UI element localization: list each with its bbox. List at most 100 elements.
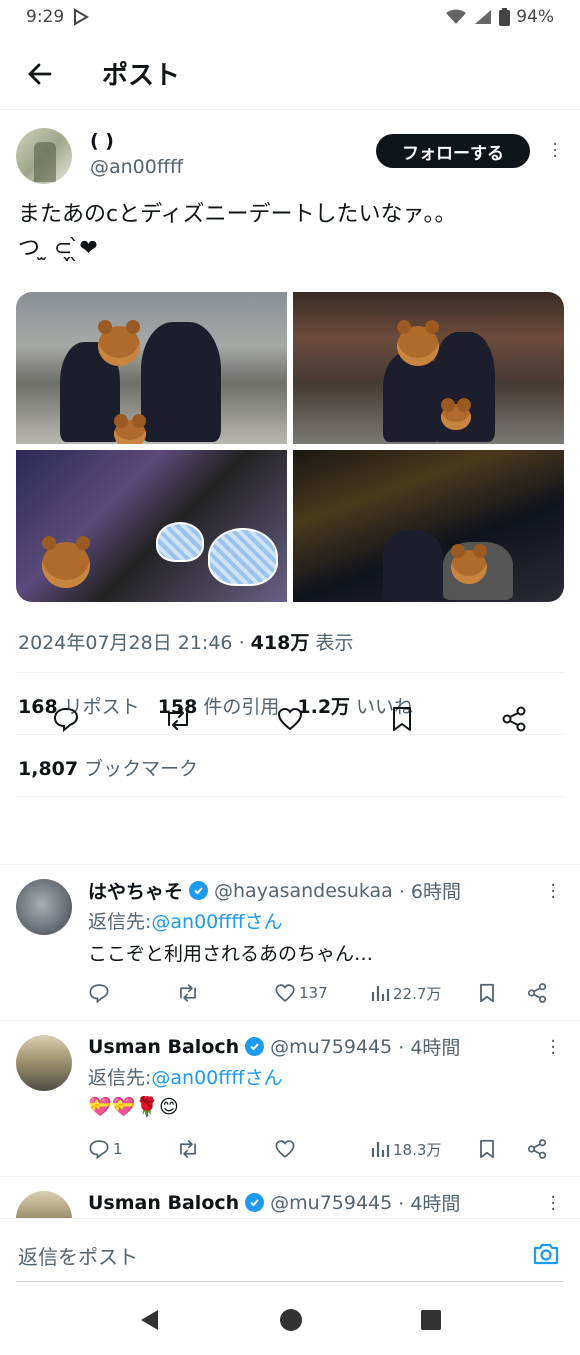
reply-author-name[interactable]: はやちゃそ: [88, 877, 183, 904]
camera-button[interactable]: [532, 1241, 560, 1271]
main-post: ( ) @an00ffff フォローする · · · またあのcとディズニーデートし…: [0, 112, 580, 797]
bookmark-icon: [480, 983, 494, 1003]
divider: [16, 1281, 564, 1282]
media-image-2[interactable]: [293, 292, 564, 444]
avatar[interactable]: [16, 1191, 72, 1218]
media-image-4[interactable]: [293, 450, 564, 602]
views-button[interactable]: 22.7万: [370, 983, 478, 1004]
reply-input[interactable]: 返信をポスト: [18, 1241, 138, 1270]
reply-to-link[interactable]: @an00ffffさん: [151, 911, 282, 933]
clock: 9:29: [26, 7, 65, 27]
nav-home-button[interactable]: [279, 1308, 303, 1336]
bookmark-icon: [480, 1139, 494, 1159]
battery-level: 94%: [516, 7, 554, 27]
avatar[interactable]: [16, 1035, 72, 1091]
reply-author-handle[interactable]: @mu759445: [270, 1036, 392, 1058]
views-count: 22.7万: [393, 984, 442, 1003]
bookmark-button[interactable]: [478, 982, 526, 1004]
reply-author-name[interactable]: Usman Baloch: [88, 1192, 239, 1214]
verified-badge-icon: [189, 881, 209, 900]
reply-actions: 1 18.3万: [88, 1133, 558, 1165]
more-options-icon[interactable]: · · ·: [550, 877, 556, 907]
play-store-icon: [72, 8, 90, 26]
top-bar: ポスト: [0, 38, 580, 110]
triangle-back-icon: [141, 1309, 159, 1330]
reply-text: ここぞと利用されるあのちゃん…: [88, 943, 374, 965]
verified-badge-icon: [245, 1037, 265, 1056]
reply-button[interactable]: [46, 699, 86, 739]
reply-author-handle[interactable]: @hayasandesukaa: [214, 880, 393, 902]
reply-item[interactable]: はやちゃそ @hayasandesukaa · 6時間 · · · 返信先:@an0…: [0, 864, 580, 1020]
post-date[interactable]: 2024年07月28日 21:46: [18, 632, 233, 654]
repost-icon: [180, 984, 196, 1002]
reply-button[interactable]: [88, 982, 176, 1004]
follow-button[interactable]: フォローする: [376, 134, 530, 168]
reply-button[interactable]: 1: [88, 1138, 176, 1160]
bookmarks-stat[interactable]: 1,807 ブックマーク: [18, 754, 198, 781]
bookmark-button[interactable]: [478, 1138, 526, 1160]
reply-author-name[interactable]: Usman Baloch: [88, 1036, 239, 1058]
avatar[interactable]: [16, 879, 72, 935]
bookmark-button[interactable]: [382, 699, 422, 739]
repost-button[interactable]: [158, 699, 198, 739]
more-options-icon[interactable]: · · ·: [552, 136, 558, 166]
signal-icon: [473, 8, 493, 26]
reply-author-handle[interactable]: @mu759445: [270, 1192, 392, 1214]
post-meta: 2024年07月28日 21:46 · 418万 表示: [18, 632, 354, 654]
views-button[interactable]: 18.3万: [370, 1139, 478, 1160]
views-count: 418万: [250, 632, 310, 654]
reply-time: · 6時間: [398, 881, 461, 903]
media-image-3[interactable]: [16, 450, 287, 602]
reply-composer[interactable]: 返信をポスト: [0, 1218, 580, 1288]
repost-icon: [180, 1140, 196, 1158]
post-text-line-1: またあのcとディズニーデートしたいなァ。。: [18, 202, 457, 227]
share-button[interactable]: [526, 982, 548, 1004]
nav-back-button[interactable]: [138, 1308, 162, 1336]
views-count: 18.3万: [393, 1140, 442, 1159]
like-button[interactable]: 137: [274, 982, 370, 1004]
status-bar: 9:29 94%: [0, 0, 580, 34]
repost-button[interactable]: [176, 1138, 274, 1160]
reply-icon: [89, 984, 109, 1004]
share-icon: [527, 983, 547, 1003]
nav-recents-button[interactable]: [420, 1309, 442, 1335]
reply-count: 1: [113, 1140, 123, 1158]
divider: [16, 796, 564, 797]
repost-button[interactable]: [176, 982, 274, 1004]
back-arrow-icon: [28, 63, 52, 84]
like-button[interactable]: [270, 699, 310, 739]
share-icon: [502, 706, 526, 732]
reply-time: · 4時間: [398, 1037, 461, 1059]
post-text: またあのcとディズニーデートしたいなァ。。 つ ̫ ⊂̖̗ ̖̀❤: [18, 198, 563, 266]
more-options-icon[interactable]: · · ·: [550, 1189, 556, 1219]
reply-to-link[interactable]: @an00ffffさん: [151, 1067, 282, 1089]
reply-item[interactable]: Usman Baloch @mu759445 · 4時間 · · ·: [0, 1176, 580, 1218]
media-image-1[interactable]: [16, 292, 287, 444]
author-name[interactable]: ( ): [90, 130, 114, 152]
post-text-line-2: つ ̫ ⊂̖̗ ̖̀❤: [18, 236, 98, 261]
battery-icon: [499, 8, 511, 26]
more-options-icon[interactable]: · · ·: [550, 1033, 556, 1063]
share-icon: [527, 1139, 547, 1159]
media-grid: [16, 292, 564, 602]
reply-icon: [89, 1140, 109, 1160]
reply-icon: [53, 707, 79, 733]
reply-to: 返信先:@an00ffffさん: [88, 1067, 283, 1089]
analytics-icon: [371, 986, 390, 1001]
analytics-icon: [371, 1142, 390, 1157]
share-button[interactable]: [526, 1138, 548, 1160]
like-button[interactable]: [274, 1138, 370, 1160]
views-label: 表示: [315, 632, 354, 654]
camera-icon: [533, 1243, 559, 1265]
author-handle[interactable]: @an00ffff: [90, 156, 183, 178]
back-button[interactable]: [20, 54, 60, 94]
reply-text: 💝💝🌹😊: [88, 1096, 179, 1118]
heart-icon: [277, 707, 303, 731]
page-title: ポスト: [102, 61, 181, 91]
avatar[interactable]: [16, 128, 72, 184]
share-button[interactable]: [494, 699, 534, 739]
reply-to: 返信先:@an00ffffさん: [88, 911, 283, 933]
reply-actions: 137 22.7万: [88, 977, 558, 1009]
bookmarks-stats: 1,807 ブックマーク: [18, 754, 198, 781]
reply-item[interactable]: Usman Baloch @mu759445 · 4時間 · · · 返信先:@an…: [0, 1020, 580, 1176]
